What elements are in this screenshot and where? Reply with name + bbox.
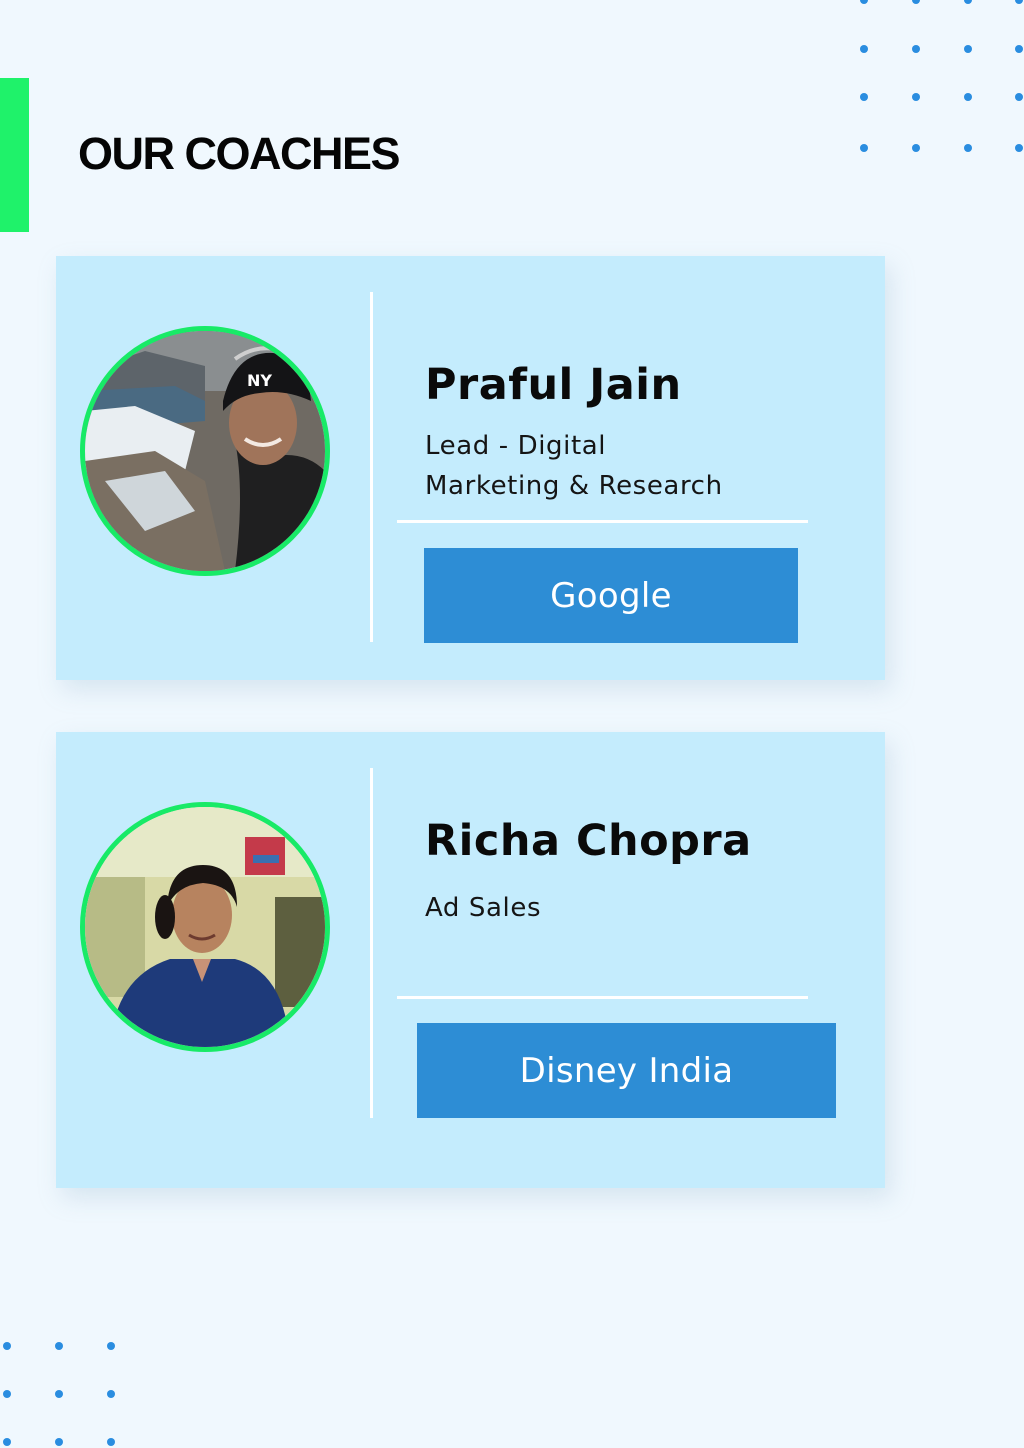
- coach-role-line: Ad Sales: [425, 893, 542, 923]
- company-button[interactable]: Google: [424, 548, 798, 643]
- coach-name: Praful Jain: [425, 360, 682, 410]
- decorative-dot: [860, 45, 868, 53]
- decorative-dot: [964, 93, 972, 101]
- horizontal-divider: [397, 996, 808, 999]
- coach-card: NY Praful Jain Lead - Digital Marketing …: [56, 256, 885, 680]
- coach-role: Lead - Digital Marketing & Research: [425, 426, 755, 506]
- decorative-dot: [55, 1342, 63, 1350]
- decorative-dot: [107, 1438, 115, 1446]
- decorative-dot: [55, 1390, 63, 1398]
- decorative-dot: [912, 45, 920, 53]
- decorative-dot: [107, 1342, 115, 1350]
- decorative-dot: [55, 1438, 63, 1446]
- coach-role-line: Marketing & Research: [425, 471, 723, 501]
- decorative-dot: [912, 144, 920, 152]
- coach-card: Richa Chopra Ad Sales Disney India: [56, 732, 885, 1188]
- decorative-dot: [1015, 93, 1023, 101]
- decorative-dot: [3, 1438, 11, 1446]
- decorative-dot: [1015, 0, 1023, 4]
- coach-name: Richa Chopra: [425, 816, 752, 866]
- coach-role-line: Lead - Digital: [425, 431, 607, 461]
- decorative-dot: [860, 93, 868, 101]
- vertical-divider: [370, 768, 373, 1118]
- coach-role: Ad Sales: [425, 888, 755, 928]
- decorative-dot: [3, 1390, 11, 1398]
- decorative-dot: [860, 144, 868, 152]
- page-title: OUR COACHES: [78, 128, 401, 179]
- horizontal-divider: [397, 520, 808, 523]
- coach-avatar: [80, 802, 330, 1052]
- decorative-dot: [3, 1342, 11, 1350]
- decorative-dot: [107, 1390, 115, 1398]
- decorative-dot: [964, 0, 972, 4]
- decorative-dot: [964, 45, 972, 53]
- svg-text:NY: NY: [247, 371, 272, 390]
- decorative-dot: [912, 0, 920, 4]
- decorative-dot: [912, 93, 920, 101]
- decorative-dot: [1015, 144, 1023, 152]
- coach-avatar: NY: [80, 326, 330, 576]
- decorative-dot: [964, 144, 972, 152]
- decorative-dot: [860, 0, 868, 4]
- accent-bar: [0, 78, 29, 232]
- company-button[interactable]: Disney India: [417, 1023, 836, 1118]
- decorative-dot: [1015, 45, 1023, 53]
- vertical-divider: [370, 292, 373, 642]
